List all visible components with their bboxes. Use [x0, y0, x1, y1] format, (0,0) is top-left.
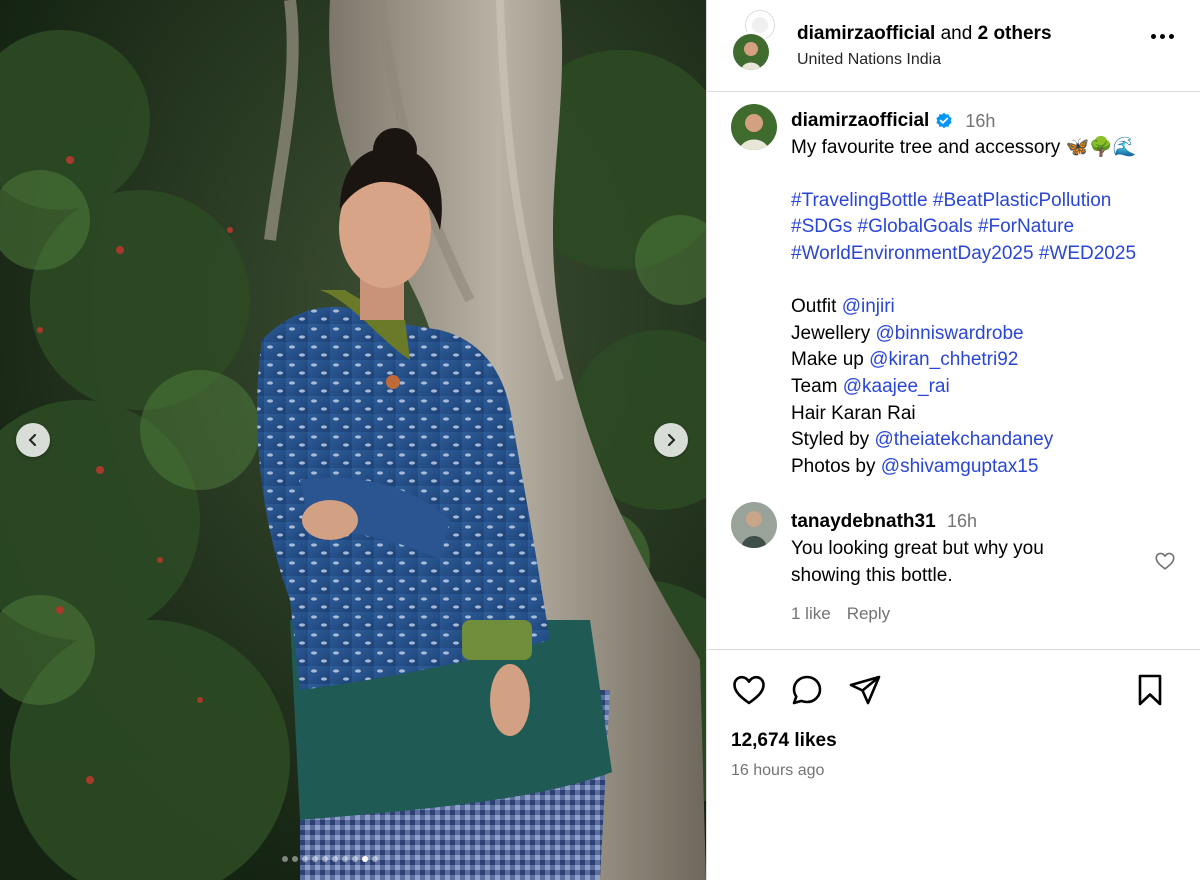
mention-link[interactable]: @theiatekchandaney [874, 429, 1053, 450]
hashtag-link[interactable]: #SDGs [791, 216, 852, 237]
credit-label: Jewellery [791, 322, 871, 344]
hashtag-link[interactable]: #BeatPlasticPollution [933, 190, 1112, 211]
author-joiner: and [935, 22, 978, 44]
author-username[interactable]: diamirzaofficial [797, 23, 935, 44]
comment-like-heart-icon[interactable] [1154, 550, 1176, 572]
collab-others-link[interactable]: 2 others [978, 23, 1052, 44]
carousel-dot [312, 856, 318, 862]
mention-link[interactable]: @kiran_chhetri92 [869, 349, 1018, 370]
save-bookmark-icon[interactable] [1132, 672, 1168, 708]
carousel-dot [292, 856, 298, 862]
chevron-left-icon [28, 433, 37, 447]
verified-badge-icon [936, 113, 952, 129]
credit-label: Make up [791, 349, 864, 371]
credit-label: Photos by [791, 455, 876, 477]
caption-time[interactable]: 16h [965, 108, 995, 135]
hashtag-link[interactable]: #WED2025 [1039, 243, 1136, 264]
credit-label: Hair Karan Rai [791, 402, 916, 424]
carousel-dot [362, 856, 368, 862]
credit-line: Hair Karan Rai [791, 401, 1137, 428]
comment-time[interactable]: 16h [947, 511, 977, 531]
credit-line: Make up @kiran_chhetri92 [791, 347, 1137, 374]
carousel-dot [352, 856, 358, 862]
post-timestamp: 16 hours ago [731, 762, 825, 779]
post-author-line: diamirzaofficial and 2 others [797, 23, 1052, 45]
comment-bubble-icon[interactable] [789, 672, 825, 708]
credit-label: Team [791, 375, 838, 397]
carousel-dot [342, 856, 348, 862]
carousel-dot [282, 856, 288, 862]
more-dot-icon [1169, 34, 1174, 39]
previous-media-button[interactable] [16, 423, 50, 457]
hashtag-link[interactable]: #TravelingBottle [791, 190, 928, 211]
hashtag-line: #TravelingBottle #BeatPlasticPollution [791, 188, 1137, 215]
credit-line: Photos by @shivamguptax15 [791, 454, 1137, 481]
chevron-right-icon [667, 433, 676, 447]
post-side-panel: diamirzaofficial and 2 others United Nat… [706, 0, 1200, 880]
next-media-button[interactable] [654, 423, 688, 457]
comment-username[interactable]: tanaydebnath31 [791, 511, 936, 532]
carousel-dot [372, 856, 378, 862]
mention-link[interactable]: @binniswardrobe [875, 323, 1023, 344]
hashtag-link[interactable]: #ForNature [978, 216, 1074, 237]
caption-username[interactable]: diamirzaofficial [791, 108, 929, 135]
caption-text: My favourite tree and accessory 🦋🌳🌊 [791, 136, 1137, 158]
post-caption: diamirzaofficial 16h My favourite tree a… [707, 92, 1200, 480]
avatar [731, 31, 771, 72]
comment-item: tanaydebnath31 16h You looking great but… [707, 494, 1200, 627]
mention-link[interactable]: @injiri [842, 296, 895, 317]
credit-line: Team @kaajee_rai [791, 374, 1137, 401]
post-actions: 12,674 likes 16 hours ago [707, 649, 1200, 780]
comment-reply-button[interactable]: Reply [847, 601, 890, 628]
post-viewer: diamirzaofficial and 2 others United Nat… [0, 0, 1200, 880]
carousel-dot [302, 856, 308, 862]
mention-link[interactable]: @kaajee_rai [843, 376, 950, 397]
hashtag-link[interactable]: #GlobalGoals [858, 216, 973, 237]
more-dot-icon [1151, 34, 1156, 39]
carousel-indicator [0, 856, 706, 862]
likes-count[interactable]: 12,674 likes [731, 730, 1176, 752]
credit-line: Jewellery @binniswardrobe [791, 321, 1137, 348]
carousel-dot [332, 856, 338, 862]
more-options-button[interactable] [1151, 34, 1174, 39]
credit-label: Styled by [791, 429, 870, 451]
post-photo [0, 0, 706, 880]
credit-line: Styled by @theiatekchandaney [791, 427, 1137, 454]
comment-text-line: You looking great but why you [791, 537, 1044, 559]
hashtag-link[interactable]: #WorldEnvironmentDay2025 [791, 243, 1034, 264]
more-dot-icon [1160, 34, 1165, 39]
carousel-dot [322, 856, 328, 862]
hashtag-line: #WorldEnvironmentDay2025 #WED2025 [791, 241, 1137, 268]
credit-label: Outfit [791, 296, 837, 318]
post-header: diamirzaofficial and 2 others United Nat… [707, 0, 1200, 92]
mention-link[interactable]: @shivamguptax15 [881, 456, 1039, 477]
comment-text-line: showing this bottle. [791, 564, 953, 586]
post-media [0, 0, 706, 880]
credit-line: Outfit @injiri [791, 294, 1137, 321]
collab-avatars[interactable] [731, 9, 775, 72]
share-send-icon[interactable] [847, 672, 883, 708]
avatar[interactable] [731, 502, 777, 549]
post-location[interactable]: United Nations India [797, 51, 1052, 69]
like-heart-icon[interactable] [731, 672, 767, 708]
comment-likes-link[interactable]: 1 like [791, 601, 831, 628]
avatar[interactable] [731, 104, 777, 150]
hashtag-line: #SDGs #GlobalGoals #ForNature [791, 214, 1137, 241]
